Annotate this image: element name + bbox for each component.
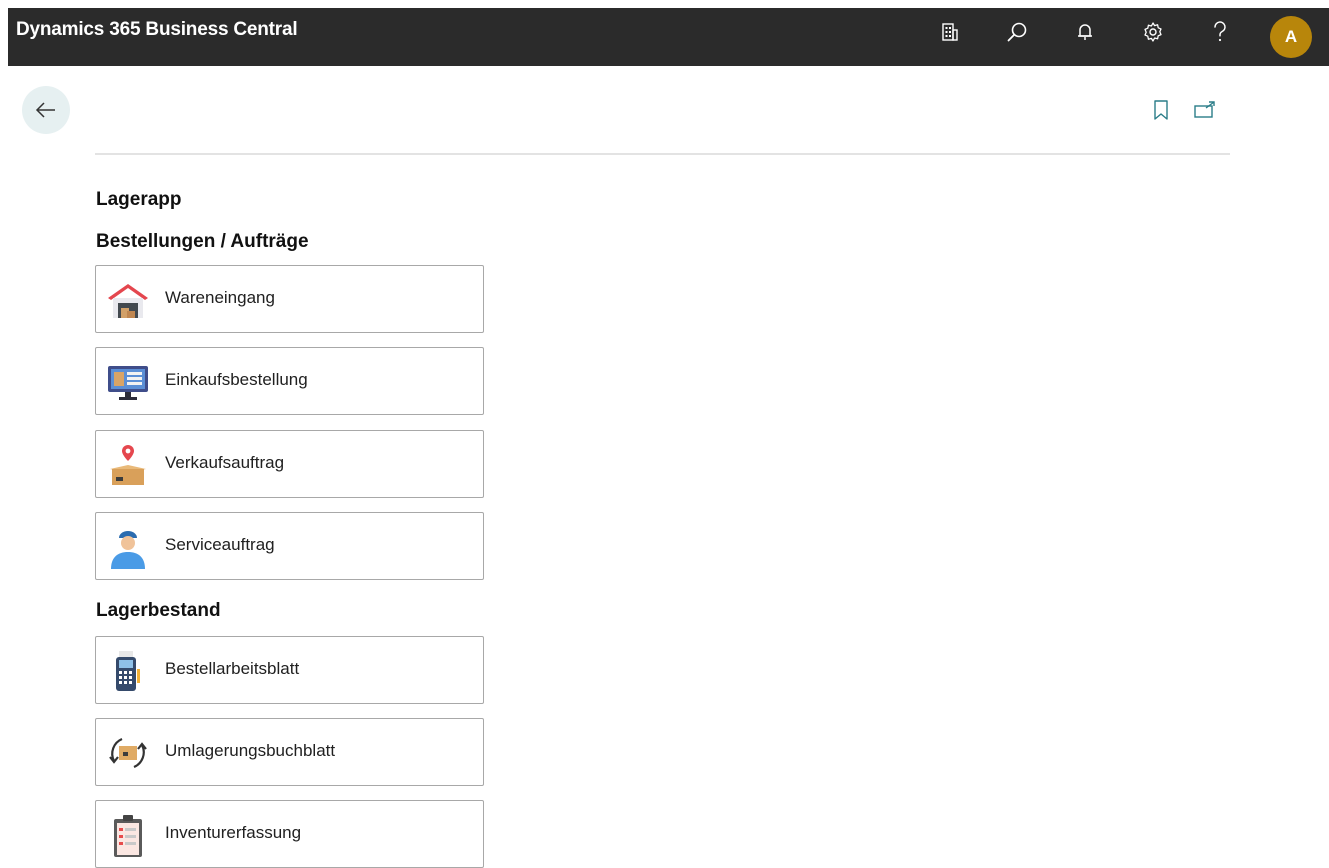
tile-label: Verkaufsauftrag xyxy=(165,453,285,472)
open-new-window-icon xyxy=(1194,101,1215,118)
tile-label: Bestellarbeitsblatt xyxy=(165,659,300,678)
box-pin-icon xyxy=(110,445,146,485)
gear-icon[interactable] xyxy=(1138,17,1168,47)
app-title[interactable]: Dynamics 365 Business Central xyxy=(16,8,298,52)
bell-icon[interactable] xyxy=(1070,17,1100,47)
tile-wareneingang[interactable]: Wareneingang xyxy=(95,265,484,333)
group-title-inventory: Lagerbestand xyxy=(96,600,221,621)
tile-label: Umlagerungsbuchblatt xyxy=(165,741,336,760)
top-bar: Dynamics 365 Business Central A xyxy=(8,8,1329,66)
scanner-icon xyxy=(116,651,140,691)
help-icon[interactable] xyxy=(1205,17,1235,47)
tile-verkaufsauftrag[interactable]: Verkaufsauftrag xyxy=(95,430,484,498)
company-icon[interactable] xyxy=(935,17,965,47)
warehouse-icon xyxy=(108,284,148,318)
back-button[interactable] xyxy=(22,86,70,134)
tile-label: Wareneingang xyxy=(165,288,275,307)
monitor-icon xyxy=(108,366,148,400)
page-title: Lagerapp xyxy=(96,189,182,210)
tile-serviceauftrag[interactable]: Serviceauftrag xyxy=(95,512,484,580)
tile-label: Serviceauftrag xyxy=(165,535,275,554)
worker-icon xyxy=(111,531,145,569)
bookmark-button[interactable] xyxy=(1149,98,1173,122)
tile-umlagerungsbuchblatt[interactable]: Umlagerungsbuchblatt xyxy=(95,718,484,786)
header-divider xyxy=(95,153,1230,155)
tile-bestellarbeitsblatt[interactable]: Bestellarbeitsblatt xyxy=(95,636,484,704)
tile-label: Inventurerfassung xyxy=(165,823,302,842)
search-icon[interactable] xyxy=(1002,17,1032,47)
open-new-window-button[interactable] xyxy=(1193,98,1217,122)
group-title-orders: Bestellungen / Aufträge xyxy=(96,231,309,252)
tile-einkaufsbestellung[interactable]: Einkaufsbestellung xyxy=(95,347,484,415)
tile-inventurerfassung[interactable]: Inventurerfassung xyxy=(95,800,484,868)
bookmark-icon xyxy=(1154,100,1168,120)
user-avatar[interactable]: A xyxy=(1270,16,1312,58)
transfer-icon xyxy=(109,737,147,769)
clipboard-icon xyxy=(114,815,142,857)
arrow-left-icon xyxy=(35,102,55,118)
tile-label: Einkaufsbestellung xyxy=(165,370,308,389)
